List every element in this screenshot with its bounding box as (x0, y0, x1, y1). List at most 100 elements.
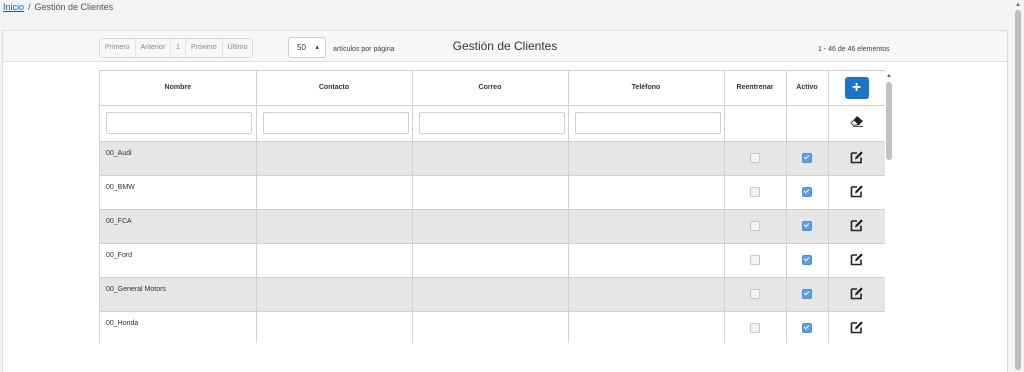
grid-scroll-up-icon[interactable]: ▲ (885, 72, 893, 80)
cell-email (412, 175, 569, 210)
table-row[interactable]: 00_Ford (100, 243, 885, 278)
page-scrollbar[interactable]: ▲ (1012, 0, 1024, 372)
filter-email-input[interactable] (418, 112, 565, 134)
cell-contact (256, 311, 413, 343)
pager-first-button[interactable]: Primero (100, 39, 136, 57)
cell-contact (256, 175, 413, 210)
cell-email (412, 209, 569, 244)
cell-actions (828, 277, 885, 312)
cell-name: 00_BMW (100, 175, 257, 210)
filter-cell-clear (828, 105, 885, 142)
cell-active (786, 277, 829, 312)
edit-icon[interactable] (850, 320, 864, 334)
filter-cell-contact (256, 105, 413, 142)
cell-retrain (724, 243, 787, 278)
cell-phone (568, 141, 725, 176)
grid-scroll-thumb[interactable] (886, 82, 892, 160)
edit-icon[interactable] (850, 286, 864, 300)
edit-icon[interactable] (850, 252, 864, 266)
updown-caret-icon: ▴ (315, 44, 319, 51)
filter-cell-name (100, 105, 257, 142)
cell-retrain (724, 311, 787, 343)
grid-scrollbar[interactable]: ▲ (885, 70, 893, 342)
table-row[interactable]: 00_General Motors (100, 277, 885, 312)
table-row[interactable]: 00_Audi (100, 141, 885, 176)
filter-cell-active (786, 105, 829, 142)
cell-actions (828, 243, 885, 278)
cell-email (412, 243, 569, 278)
breadcrumb-home-link[interactable]: Inicio (3, 2, 24, 12)
cell-active (786, 311, 829, 343)
table-row[interactable]: 00_Honda (100, 311, 885, 343)
filter-name-input[interactable] (106, 112, 252, 134)
active-checkbox[interactable] (802, 153, 812, 163)
cell-phone (568, 209, 725, 244)
cell-actions (828, 311, 885, 343)
cell-email (412, 141, 569, 176)
edit-icon[interactable] (850, 184, 864, 198)
table-row[interactable]: 00_FCA (100, 209, 885, 244)
retrain-checkbox[interactable] (750, 153, 760, 163)
pager-previous-button[interactable]: Anterior (136, 39, 172, 57)
column-header-retrain[interactable]: Reentrenar (724, 71, 787, 106)
pager-last-button[interactable]: Último (223, 39, 253, 57)
cell-name: 00_Ford (100, 243, 257, 278)
column-header-active[interactable]: Activo (786, 71, 829, 106)
cell-active (786, 175, 829, 210)
pagination: Primero Anterior 1 Próximo Último (99, 38, 254, 58)
cell-retrain (724, 277, 787, 312)
cell-name: 00_FCA (100, 209, 257, 244)
cell-active (786, 141, 829, 176)
column-header-contact[interactable]: Contacto (256, 71, 413, 106)
cell-contact (256, 277, 413, 312)
filter-contact-input[interactable] (262, 112, 409, 134)
cell-retrain (724, 209, 787, 244)
clients-grid: Nombre Contacto Correo Teléfono Reentren… (99, 70, 885, 343)
cell-contact (256, 209, 413, 244)
page-scroll-up-icon[interactable]: ▲ (1014, 1, 1022, 9)
cell-email (412, 311, 569, 343)
edit-icon[interactable] (850, 150, 864, 164)
breadcrumb-separator: / (28, 2, 31, 12)
column-header-email[interactable]: Correo (412, 71, 569, 106)
items-per-page-select[interactable]: 50 ▴ (288, 37, 326, 58)
retrain-checkbox[interactable] (750, 187, 760, 197)
pager-next-button[interactable]: Próximo (186, 39, 223, 57)
active-checkbox[interactable] (802, 221, 812, 231)
cell-active (786, 243, 829, 278)
retrain-checkbox[interactable] (750, 221, 760, 231)
cell-retrain (724, 175, 787, 210)
pager-page-button[interactable]: 1 (171, 39, 186, 57)
column-header-phone[interactable]: Teléfono (568, 71, 725, 106)
filter-cell-retrain (724, 105, 787, 142)
filter-cell-email (412, 105, 569, 142)
breadcrumb: Inicio / Gestión de Clientes (0, 0, 1024, 14)
cell-name: 00_Audi (100, 141, 257, 176)
items-per-page-value: 50 (297, 43, 306, 52)
add-client-button[interactable]: + (844, 76, 869, 99)
table-row[interactable]: 00_BMW (100, 175, 885, 210)
eraser-icon[interactable] (849, 115, 864, 127)
active-checkbox[interactable] (802, 289, 812, 299)
active-checkbox[interactable] (802, 255, 812, 265)
cell-phone (568, 243, 725, 278)
items-range-text: 1 - 46 de 46 elementos (818, 46, 890, 53)
cell-contact (256, 141, 413, 176)
retrain-checkbox[interactable] (750, 289, 760, 299)
cell-name: 00_General Motors (100, 277, 257, 312)
retrain-checkbox[interactable] (750, 323, 760, 333)
retrain-checkbox[interactable] (750, 255, 760, 265)
active-checkbox[interactable] (802, 323, 812, 333)
column-header-name[interactable]: Nombre (100, 71, 257, 106)
filter-cell-phone (568, 105, 725, 142)
cell-name: 00_Honda (100, 311, 257, 343)
cell-actions (828, 141, 885, 176)
page-scroll-thumb[interactable] (1015, 10, 1021, 370)
cell-retrain (724, 141, 787, 176)
edit-icon[interactable] (850, 218, 864, 232)
cell-phone (568, 311, 725, 343)
cell-email (412, 277, 569, 312)
filter-phone-input[interactable] (574, 112, 721, 134)
active-checkbox[interactable] (802, 187, 812, 197)
breadcrumb-current: Gestión de Clientes (34, 2, 114, 12)
